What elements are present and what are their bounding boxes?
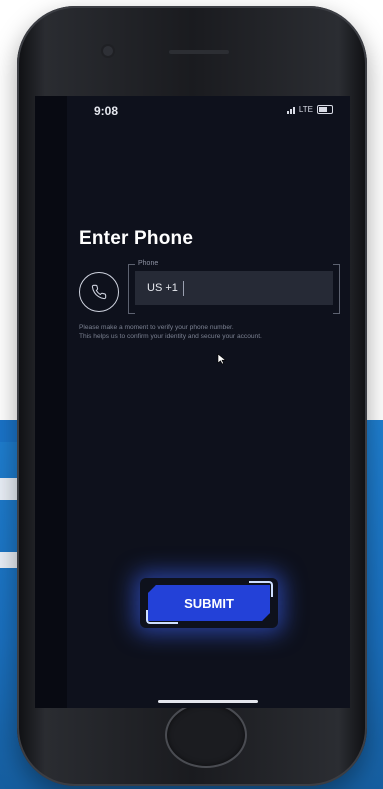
helper-line-2: This helps us to confirm your identity a…: [79, 333, 262, 340]
submit-corner-accent: [146, 610, 178, 624]
phone-icon: [79, 272, 119, 312]
phone-top-bezel: [17, 6, 367, 98]
phone-input[interactable]: US +1: [135, 271, 333, 305]
front-camera: [103, 46, 113, 56]
signal-icon: [286, 106, 295, 114]
page-title: Enter Phone: [79, 228, 194, 249]
battery-icon: [317, 105, 333, 114]
cursor-icon: [217, 353, 227, 365]
network-label: LTE: [298, 105, 313, 114]
status-time: 9:08: [94, 104, 119, 118]
helper-text: Please make a moment to verify your phon…: [79, 323, 329, 341]
phone-field-label: Phone: [138, 260, 159, 267]
phone-input-value: US +1: [147, 282, 178, 294]
earpiece-speaker: [169, 50, 229, 54]
text-caret: [182, 280, 184, 296]
field-bracket-right: [333, 264, 340, 314]
home-indicator: [158, 700, 258, 703]
helper-line-1: Please make a moment to verify your phon…: [79, 324, 234, 331]
submit-corner-accent: [249, 581, 273, 597]
status-indicators: LTE: [286, 105, 333, 114]
field-bracket-left: [128, 264, 135, 314]
home-button[interactable]: [165, 702, 247, 768]
